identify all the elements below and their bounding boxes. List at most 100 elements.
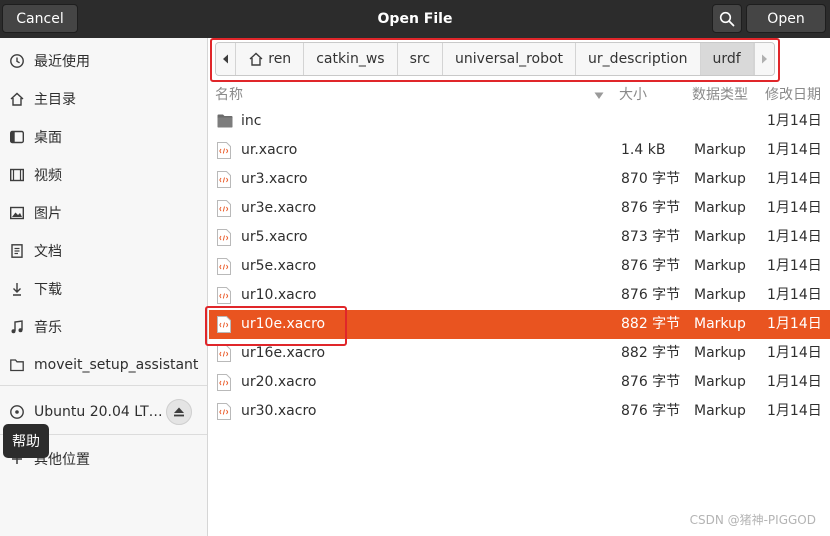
picture-icon [8,204,26,222]
column-modified-header[interactable]: 修改日期 [765,84,821,106]
path-scroll-right-button[interactable] [753,43,774,75]
folder-icon [217,114,233,131]
file-type: Markup [694,200,746,216]
file-type: Markup [694,287,746,303]
file-name: inc [241,113,262,129]
file-row[interactable]: ur10.xacro 876 字节 Markup 1月14日 [209,281,830,310]
column-type-header[interactable]: 数据类型 [692,84,748,106]
crumb-label: ur_description [588,51,688,67]
disk-icon [8,403,26,421]
crumb-label: urdf [712,51,741,67]
cancel-button[interactable]: Cancel [2,4,78,33]
file-row[interactable]: ur30.xacro 876 字节 Markup 1月14日 [209,397,830,426]
sidebar-item-moveit[interactable]: moveit_setup_assistant [0,347,207,383]
sidebar-item-label: moveit_setup_assistant [34,357,199,373]
file-name: ur10.xacro [241,287,317,303]
file-modified: 1月14日 [767,113,822,129]
file-modified: 1月14日 [767,345,822,361]
crumb-ur-description[interactable]: ur_description [576,43,701,75]
file-row[interactable]: ur16e.xacro 882 字节 Markup 1月14日 [209,339,830,368]
watermark: CSDN @猪神-PIGGOD [689,513,816,527]
xml-file-icon [217,142,231,159]
column-label: 大小 [619,87,647,103]
file-size: 876 字节 [621,403,681,419]
sidebar-item-desktop[interactable]: 桌面 [0,119,207,155]
file-row[interactable]: ur3.xacro 870 字节 Markup 1月14日 [209,165,830,194]
path-scroll-left-button[interactable] [216,43,237,75]
sidebar-item-label: 下载 [34,282,62,298]
column-name-header[interactable]: 名称 [215,84,611,106]
eject-button[interactable] [166,399,192,425]
crumb-universal-robot[interactable]: universal_robot [443,43,577,75]
file-modified: 1月14日 [767,171,822,187]
search-icon [719,11,735,26]
crumb-urdf[interactable]: urdf [700,43,754,75]
crumb-label: ren [268,51,292,67]
file-row[interactable]: ur5.xacro 873 字节 Markup 1月14日 [209,223,830,252]
sidebar-item-pictures[interactable]: 图片 [0,195,207,231]
file-row[interactable]: ur3e.xacro 876 字节 Markup 1月14日 [209,194,830,223]
file-type: Markup [694,316,746,332]
file-row[interactable]: ur5e.xacro 876 字节 Markup 1月14日 [209,252,830,281]
sidebar-item-label: 主目录 [34,92,76,108]
file-type: Markup [694,374,746,390]
download-icon [8,280,26,298]
xml-file-icon [217,374,231,391]
sidebar-divider [0,385,207,386]
crumb-catkin-ws[interactable]: catkin_ws [304,43,398,75]
file-size: 1.4 kB [621,142,666,158]
crumb-src[interactable]: src [397,43,444,75]
file-row[interactable]: inc 1月14日 [209,107,830,136]
sidebar-item-documents[interactable]: 文档 [0,233,207,269]
sidebar-item-label: 音乐 [34,320,62,336]
column-size-header[interactable]: 大小 [619,84,647,106]
xml-file-icon [217,345,231,362]
sidebar-item-label: 视频 [34,168,62,184]
xml-file-icon [217,287,231,304]
search-button[interactable] [712,4,742,33]
crumb-label: catkin_ws [316,51,385,67]
file-size: 870 字节 [621,171,681,187]
sidebar-item-label: 桌面 [34,130,62,146]
chevron-right-icon [762,54,768,64]
xml-file-icon [217,200,231,217]
sidebar-item-home[interactable]: 主目录 [0,81,207,117]
sidebar-item-label: 最近使用 [34,54,90,70]
file-modified: 1月14日 [767,316,822,332]
sort-down-icon [594,92,604,99]
file-size: 882 字节 [621,316,681,332]
file-name: ur.xacro [241,142,298,158]
file-row[interactable]: ur.xacro 1.4 kB Markup 1月14日 [209,136,830,165]
eject-icon [174,407,184,417]
breadcrumb: ren catkin_ws src universal_robot ur_des… [215,42,775,76]
sidebar-item-label: 文档 [34,244,62,260]
music-icon [8,318,26,336]
sidebar-item-downloads[interactable]: 下载 [0,271,207,307]
crumb-home[interactable]: ren [236,43,305,75]
sidebar-item-label: 图片 [34,206,62,222]
dialog-title: Open File [377,11,453,27]
file-name: ur3.xacro [241,171,308,187]
file-size: 882 字节 [621,345,681,361]
xml-file-icon [217,403,231,420]
file-row[interactable]: ur20.xacro 876 字节 Markup 1月14日 [209,368,830,397]
file-modified: 1月14日 [767,374,822,390]
header-bar: Cancel Open File Open [0,0,830,38]
file-name: ur3e.xacro [241,200,317,216]
file-row[interactable]: ur10e.xacro 882 字节 Markup 1月14日 [209,310,830,339]
file-modified: 1月14日 [767,287,822,303]
sidebar-item-videos[interactable]: 视频 [0,157,207,193]
open-button[interactable]: Open [746,4,826,33]
sidebar-item-recent[interactable]: 最近使用 [0,43,207,79]
places-sidebar: 最近使用 主目录 桌面 视频 图片 文档 下载 音乐 moveit_setup_… [0,38,208,536]
xml-file-icon [217,171,231,188]
file-size: 876 字节 [621,200,681,216]
file-name: ur16e.xacro [241,345,326,361]
crumb-label: src [409,51,431,67]
document-icon [8,242,26,260]
help-tooltip: 帮助 [3,424,49,458]
file-modified: 1月14日 [767,229,822,245]
sidebar-item-music[interactable]: 音乐 [0,309,207,345]
sidebar-item-label: Ubuntu 20.04 LT… [34,404,163,420]
recent-icon [8,52,26,70]
